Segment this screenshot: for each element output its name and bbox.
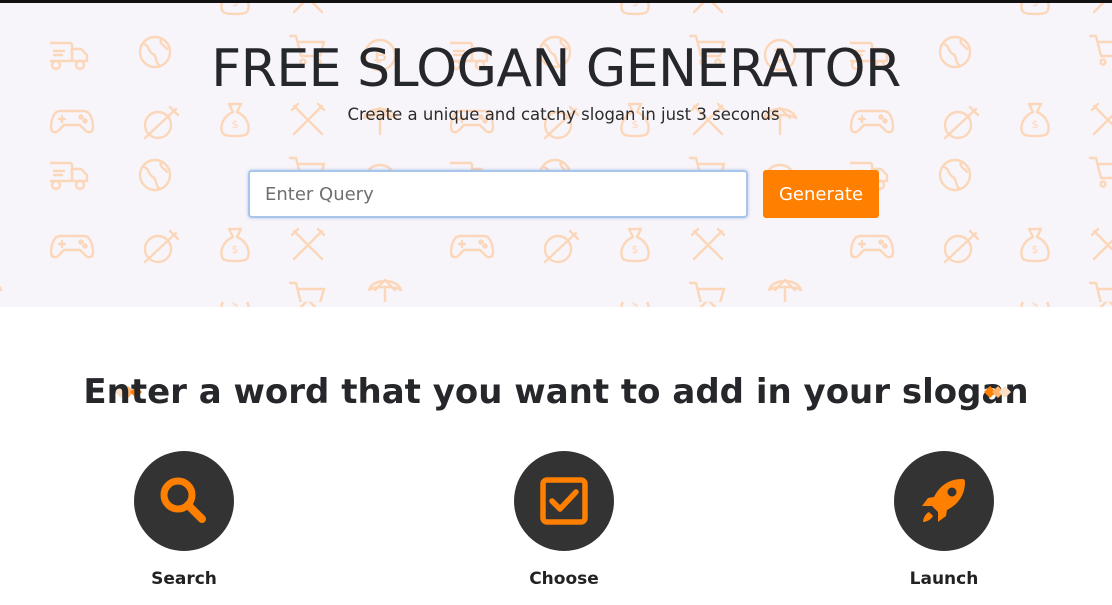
step-choose: Choose (474, 451, 654, 601)
generate-button[interactable]: Generate (763, 170, 879, 218)
step-search: Search (94, 451, 274, 601)
search-icon (160, 477, 206, 523)
checkbox-icon (540, 477, 588, 525)
launch-step-circle (894, 451, 994, 551)
query-input[interactable] (248, 170, 748, 218)
page-title: FREE SLOGAN GENERATOR (211, 39, 901, 99)
page-subtitle: Create a unique and catchy slogan in jus… (347, 105, 780, 124)
diamond-decoration-right (984, 386, 1011, 398)
step-launch: Launch (854, 451, 1034, 601)
step-label-launch: Launch (909, 569, 979, 589)
section-heading: Enter a word that you want to add in you… (83, 372, 1029, 412)
rocket-icon (922, 479, 965, 522)
hero-banner: $ ₿ (0, 3, 1112, 307)
step-label-search: Search (151, 569, 217, 589)
step-label-choose: Choose (529, 569, 599, 589)
search-step-circle (134, 451, 234, 551)
choose-step-circle (514, 451, 614, 551)
